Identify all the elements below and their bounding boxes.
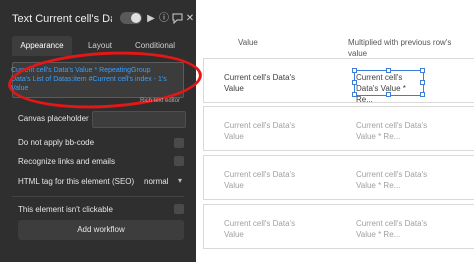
toggle-knob <box>131 13 141 23</box>
table-row: Current cell's Data's Value Current cell… <box>203 58 474 104</box>
panel-header: Text Current cell's Data's ▶ ⓘ ✕ <box>6 10 194 30</box>
value-cell[interactable]: Current cell's Data's Value <box>224 169 304 191</box>
not-clickable-label: This element isn't clickable <box>18 205 113 214</box>
resize-handle[interactable] <box>352 80 357 85</box>
table-row: Current cell's Data's Value Current cell… <box>203 155 474 200</box>
visibility-toggle[interactable] <box>120 12 142 24</box>
add-workflow-button[interactable]: Add workflow <box>18 220 184 240</box>
resize-handle[interactable] <box>352 68 357 73</box>
resize-handle[interactable] <box>386 92 391 97</box>
close-icon[interactable]: ✕ <box>184 13 196 25</box>
rich-text-editor-link[interactable]: Rich text editor <box>140 98 180 104</box>
value-cell[interactable]: Current cell's Data's Value <box>224 72 304 94</box>
info-icon[interactable]: ⓘ <box>158 13 170 25</box>
comment-icon[interactable] <box>171 13 183 25</box>
column-header-multiplied: Multiplied with previous row's value <box>348 38 452 58</box>
html-tag-value: normal <box>144 177 169 186</box>
table-row: Current cell's Data's Value Current cell… <box>203 204 474 249</box>
tab-appearance[interactable]: Appearance <box>12 36 72 56</box>
not-clickable-checkbox[interactable] <box>174 204 184 214</box>
resize-handle[interactable] <box>352 92 357 97</box>
column-header-value: Value <box>238 38 258 47</box>
multiplied-cell[interactable]: Current cell's Data's Value * Re... <box>356 169 436 191</box>
divider <box>12 196 184 197</box>
value-cell[interactable]: Current cell's Data's Value <box>224 120 304 142</box>
resize-handle[interactable] <box>420 80 425 85</box>
value-cell[interactable]: Current cell's Data's Value <box>224 218 304 240</box>
play-icon[interactable]: ▶ <box>145 13 157 25</box>
multiplied-cell[interactable]: Current cell's Data's Value * Re... <box>356 218 436 240</box>
no-bbcode-checkbox[interactable] <box>174 138 184 148</box>
recognize-links-label: Recognize links and emails <box>18 157 115 166</box>
no-bbcode-label: Do not apply bb-code <box>18 138 95 147</box>
resize-handle[interactable] <box>420 92 425 97</box>
table-row: Current cell's Data's Value Current cell… <box>203 106 474 151</box>
resize-handle[interactable] <box>386 68 391 73</box>
recognize-links-checkbox[interactable] <box>174 156 184 166</box>
multiplied-cell[interactable]: Current cell's Data's Value * Re... <box>356 120 436 142</box>
panel-title: Text Current cell's Data's <box>12 13 112 25</box>
canvas-placeholder-label: Canvas placeholder <box>18 114 89 123</box>
canvas-placeholder-input[interactable] <box>92 111 186 128</box>
html-tag-label: HTML tag for this element (SEO) <box>18 177 135 186</box>
property-editor-panel: Text Current cell's Data's ▶ ⓘ ✕ Appeara… <box>0 0 204 262</box>
chevron-down-icon: ▾ <box>177 176 182 185</box>
resize-handle[interactable] <box>420 68 425 73</box>
html-tag-select[interactable]: normal ▾ <box>138 175 184 189</box>
